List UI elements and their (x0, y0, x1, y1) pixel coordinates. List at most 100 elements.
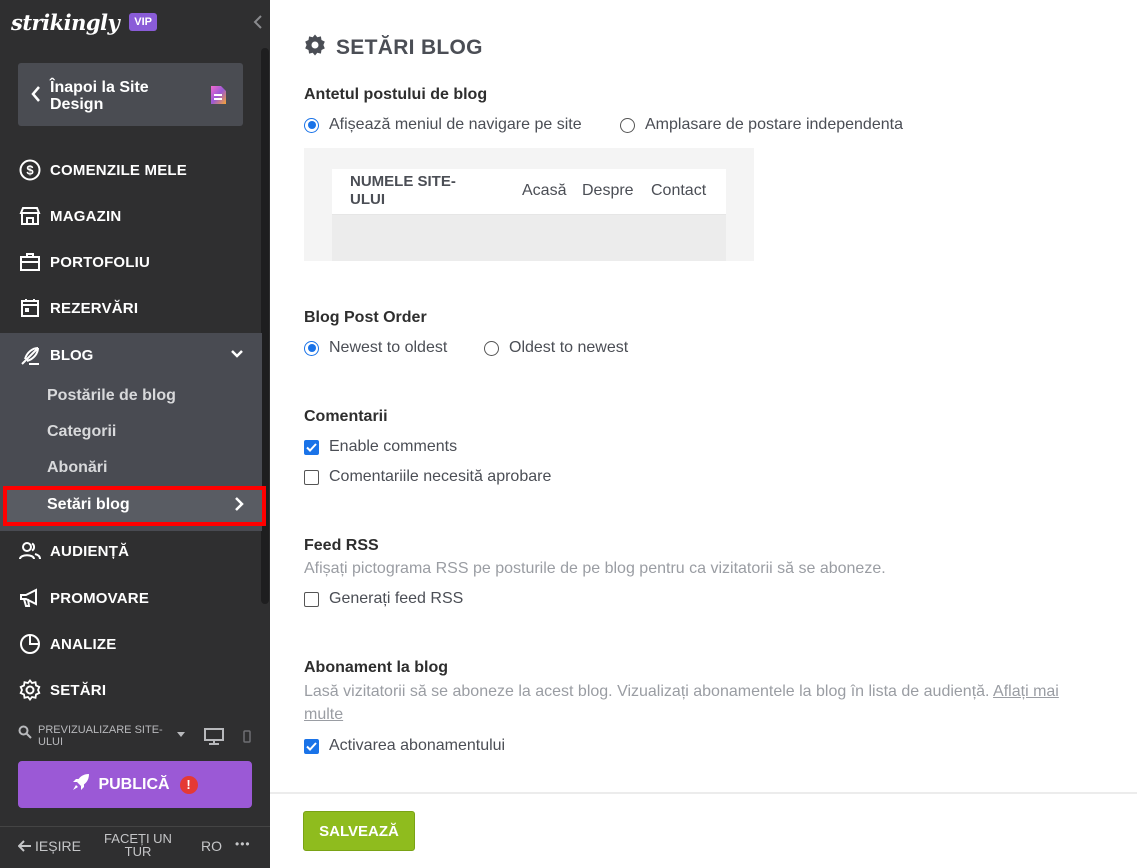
radio-button[interactable] (304, 117, 319, 133)
checkbox[interactable] (304, 738, 319, 754)
sidebar-item-blog-settings[interactable]: Setări blog (3, 486, 266, 526)
subscription-description: Lasă vizitatorii să se aboneze la acest … (304, 680, 1094, 726)
logo-row: strikingly VIP (11, 8, 157, 36)
strikingly-logo[interactable]: strikingly (11, 10, 120, 35)
sidebar-item-categories[interactable]: Categorii (47, 423, 116, 441)
post-order-title: Blog Post Order (304, 309, 427, 326)
exit-button[interactable]: IEȘIRE (35, 838, 81, 854)
chevron-left-icon (30, 85, 42, 108)
page-title: SETĂRI BLOG (304, 34, 483, 61)
sidebar-footer: IEȘIRE FACEȚI UN TUR RO ••• (0, 826, 270, 868)
back-label: Înapoi la Site Design (50, 79, 149, 113)
nav-label: BLOG (50, 347, 94, 364)
caret-down-icon[interactable] (176, 726, 186, 744)
nav-blog[interactable]: BLOG (0, 333, 262, 379)
option-label: Comentariile necesită aprobare (329, 468, 552, 485)
option-label: Newest to oldest (329, 339, 448, 356)
page-title-text: SETĂRI BLOG (336, 35, 483, 59)
preview-site-row[interactable]: PREVIZUALIZARE SITE-ULUI (18, 722, 258, 750)
header-preview: NUMELE SITE-ULUI Acasă Despre Contact (304, 148, 754, 261)
back-to-site-design-button[interactable]: Înapoi la Site Design (18, 63, 243, 126)
checkbox[interactable] (304, 439, 319, 455)
checkbox-generate-rss[interactable]: Generați feed RSS (304, 590, 463, 608)
checkbox-require-approval[interactable]: Comentariile necesită aprobare (304, 468, 551, 486)
rss-description: Afișați pictograma RSS pe posturile de p… (304, 560, 886, 577)
radio-button[interactable] (484, 340, 499, 356)
nav-magazin[interactable]: MAGAZIN (0, 193, 262, 239)
nav-label: MAGAZIN (50, 207, 122, 225)
collapse-sidebar-icon[interactable] (250, 12, 266, 32)
dollar-circle-icon: $ (19, 159, 41, 181)
nav-audienta[interactable]: AUDIENȚĂ (0, 528, 262, 574)
more-options-icon[interactable]: ••• (235, 837, 251, 851)
svg-text:$: $ (26, 163, 34, 178)
publish-button[interactable]: PUBLICĂ ! (18, 761, 252, 808)
checkbox[interactable] (304, 469, 319, 485)
page-design-icon (209, 85, 227, 110)
option-label: Amplasare de postare independenta (645, 116, 903, 133)
sidebar-item-blog-posts[interactable]: Postările de blog (47, 387, 176, 405)
radio-show-site-nav[interactable]: Afișează meniul de navigare pe site (304, 116, 582, 134)
take-tour-button[interactable]: FACEȚI UN TUR (98, 832, 178, 858)
option-label: Generați feed RSS (329, 590, 464, 607)
rss-title: Feed RSS (304, 537, 379, 554)
calendar-icon (19, 297, 41, 319)
gear-icon (304, 34, 326, 61)
sidebar: strikingly VIP Înapoi la Site Design $ C… (0, 0, 270, 868)
preview-site-name: NUMELE SITE-ULUI (350, 173, 456, 208)
pie-chart-icon (19, 633, 41, 655)
option-label: Afișează meniul de navigare pe site (329, 116, 582, 133)
nav-promovare[interactable]: PROMOVARE (0, 575, 262, 621)
radio-standalone-post[interactable]: Amplasare de postare independenta (620, 116, 903, 134)
arrow-left-icon (17, 839, 32, 857)
language-selector[interactable]: RO (201, 838, 222, 854)
preview-body (332, 215, 726, 261)
chevron-down-icon (230, 347, 244, 366)
nav-label: AUDIENȚĂ (50, 542, 130, 560)
radio-newest-first[interactable]: Newest to oldest (304, 339, 447, 357)
audience-icon (19, 540, 41, 562)
nav-rezervari[interactable]: REZERVĂRI (0, 285, 262, 331)
nav-label: ANALIZE (50, 635, 117, 653)
checkbox-enable-comments[interactable]: Enable comments (304, 438, 457, 456)
nav-portofoliu[interactable]: PORTOFOLIU (0, 239, 262, 285)
chevron-right-icon (233, 496, 245, 517)
comments-title: Comentarii (304, 408, 388, 425)
nav-analize[interactable]: ANALIZE (0, 621, 262, 667)
save-button[interactable]: SALVEAZĂ (303, 811, 415, 851)
quill-icon (19, 345, 41, 372)
preview-site-label: PREVIZUALIZARE SITE-ULUI (38, 724, 163, 748)
nav-label: SETĂRI (50, 681, 107, 699)
nav-comenzile-mele[interactable]: $ COMENZILE MELE (0, 147, 262, 193)
preview-link: Contact (651, 182, 707, 199)
nav-label: PROMOVARE (50, 589, 150, 607)
radio-button[interactable] (620, 117, 635, 133)
preview-link: Despre (582, 182, 634, 199)
post-header-title: Antetul postului de blog (304, 86, 488, 103)
rocket-icon (72, 773, 90, 796)
preview-navbar: NUMELE SITE-ULUI Acasă Despre Contact (332, 169, 726, 215)
checkmark-icon (306, 442, 317, 452)
radio-button[interactable] (304, 340, 319, 356)
desktop-icon[interactable] (204, 728, 224, 751)
sidebar-item-subscriptions[interactable]: Abonări (47, 459, 107, 477)
main-content: SETĂRI BLOG Antetul postului de blog Afi… (270, 0, 1137, 868)
subscription-description-text: Lasă vizitatorii să se aboneze la acest … (304, 683, 990, 700)
option-label: Activarea abonamentului (329, 737, 506, 754)
checkbox-activate-subscription[interactable]: Activarea abonamentului (304, 737, 505, 755)
option-label: Oldest to newest (509, 339, 629, 356)
checkbox[interactable] (304, 591, 319, 607)
save-label: SALVEAZĂ (319, 822, 399, 840)
nav-label: PORTOFOLIU (50, 253, 151, 271)
radio-oldest-first[interactable]: Oldest to newest (484, 339, 628, 357)
nav-setari[interactable]: SETĂRI (0, 667, 262, 713)
subscription-title: Abonament la blog (304, 659, 448, 676)
vip-badge: VIP (129, 13, 157, 31)
alert-icon: ! (179, 775, 198, 794)
nav-label: COMENZILE MELE (50, 161, 187, 179)
mobile-icon[interactable] (243, 730, 251, 748)
briefcase-icon (19, 251, 41, 273)
preview-link: Acasă (522, 182, 567, 199)
nav-label: REZERVĂRI (50, 299, 139, 317)
gear-icon (19, 679, 41, 701)
